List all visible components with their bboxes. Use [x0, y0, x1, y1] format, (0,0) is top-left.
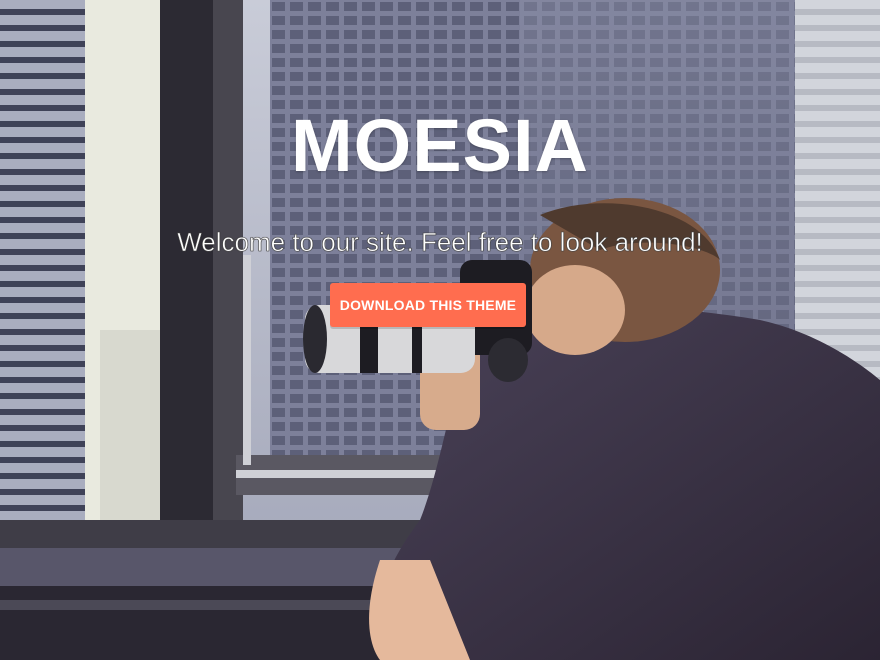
site-description: Welcome to our site. Feel free to look a… [177, 227, 703, 258]
hero-section: MOESIA Welcome to our site. Feel free to… [0, 0, 880, 660]
download-theme-button[interactable]: Download this theme [330, 283, 526, 327]
site-title[interactable]: MOESIA [0, 104, 880, 188]
hero-overlay: MOESIA Welcome to our site. Feel free to… [0, 0, 880, 660]
